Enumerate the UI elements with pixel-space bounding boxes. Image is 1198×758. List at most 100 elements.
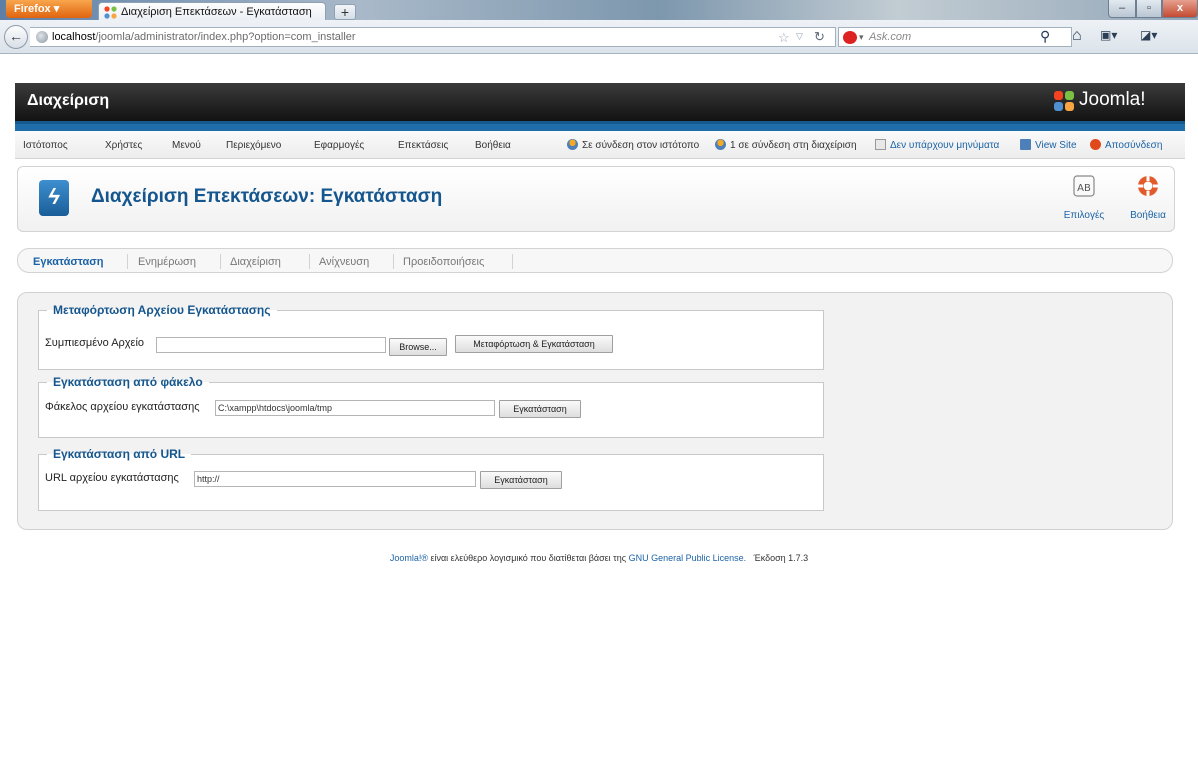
tab-warnings[interactable]: Προειδοποιήσεις bbox=[403, 256, 484, 268]
browser-navbar: ← localhost/joomla/administrator/index.p… bbox=[0, 20, 1198, 54]
version-text: Έκδοση 1.7.3 bbox=[753, 553, 809, 563]
joomla-logo-icon bbox=[1054, 91, 1074, 111]
lifebuoy-icon bbox=[1138, 176, 1158, 196]
package-file-input[interactable] bbox=[156, 337, 386, 353]
tab-separator bbox=[309, 254, 310, 269]
menu-item-content[interactable]: Περιεχόμενο bbox=[226, 140, 281, 151]
help-button[interactable]: Βοήθεια bbox=[1118, 174, 1178, 221]
installer-panel: Μεταφόρτωση Αρχείου Εγκατάστασης Συμπιεσ… bbox=[17, 292, 1173, 530]
install-url-button[interactable]: Εγκατάσταση bbox=[480, 471, 562, 489]
folder-label: Φάκελος αρχείου εγκατάστασης bbox=[45, 401, 200, 413]
globe-icon bbox=[36, 31, 48, 43]
tab-separator bbox=[220, 254, 221, 269]
joomla-link[interactable]: Joomla!® bbox=[390, 553, 428, 563]
search-bar[interactable]: ▾ Ask.com bbox=[838, 27, 1072, 47]
joomla-favicon-icon bbox=[104, 6, 117, 19]
menu-item-menus[interactable]: Μενού bbox=[172, 140, 201, 151]
home-icon[interactable]: ⌂ bbox=[1072, 27, 1082, 45]
options-icon: AB bbox=[1073, 175, 1095, 197]
firefox-menu-label: Firefox bbox=[14, 3, 51, 15]
user-icon bbox=[715, 139, 726, 150]
menu-item-help[interactable]: Βοήθεια bbox=[475, 140, 511, 151]
minimize-window-button[interactable]: – bbox=[1108, 0, 1136, 18]
back-button[interactable]: ← bbox=[4, 25, 28, 49]
tab-title: Διαχείριση Επεκτάσεων - Εγκατάσταση bbox=[121, 6, 312, 18]
tab-separator bbox=[393, 254, 394, 269]
browser-tab[interactable]: Διαχείριση Επεκτάσεων - Εγκατάσταση bbox=[98, 2, 326, 22]
logout-label: Αποσύνδεση bbox=[1105, 140, 1163, 151]
menu-item-components[interactable]: Εφαρμογές bbox=[314, 140, 364, 151]
url-text: localhost/joomla/administrator/index.php… bbox=[52, 31, 356, 43]
installer-icon: ϟ bbox=[39, 180, 69, 216]
maximize-window-button[interactable]: ▫ bbox=[1136, 0, 1162, 18]
upload-legend: Μεταφόρτωση Αρχείου Εγκατάστασης bbox=[53, 303, 271, 317]
url-host: localhost bbox=[52, 31, 96, 43]
status-online-site: Σε σύνδεση στον ιστότοπο bbox=[567, 139, 699, 151]
firefox-menu-button[interactable]: Firefox ▾ bbox=[6, 0, 92, 18]
folder-legend: Εγκατάσταση από φάκελο bbox=[53, 375, 203, 389]
history-dropdown-icon[interactable]: ▽ bbox=[796, 31, 803, 42]
status-messages-label: Δεν υπάρχουν μηνύματα bbox=[890, 140, 1000, 151]
url-label: URL αρχείου εγκατάστασης bbox=[45, 472, 179, 484]
upload-install-button[interactable]: Μεταφόρτωση & Εγκατάσταση bbox=[455, 335, 613, 353]
search-placeholder: Ask.com bbox=[869, 31, 912, 43]
status-online-admin-label: 1 σε σύνδεση στη διαχείριση bbox=[730, 140, 857, 151]
tab-separator bbox=[127, 254, 128, 269]
header-accent-bar bbox=[15, 121, 1185, 131]
logout-link[interactable]: Αποσύνδεση bbox=[1090, 139, 1162, 151]
view-site-label: View Site bbox=[1035, 140, 1077, 151]
tab-discover[interactable]: Ανίχνευση bbox=[319, 256, 369, 268]
bookmark-star-icon[interactable]: ☆ bbox=[778, 30, 790, 46]
upload-label: Συμπιεσμένο Αρχείο bbox=[45, 337, 145, 349]
search-icon[interactable]: ⚲ bbox=[1040, 28, 1050, 45]
mail-icon bbox=[875, 139, 886, 150]
toolbar-box: ϟ Διαχείριση Επεκτάσεων: Εγκατάσταση AB … bbox=[17, 166, 1175, 232]
menu-item-site[interactable]: Ιστότοπος bbox=[23, 140, 68, 151]
new-tab-button[interactable]: + bbox=[334, 4, 356, 20]
addon-icon[interactable]: ◪▾ bbox=[1140, 28, 1157, 42]
status-online-site-label: Σε σύνδεση στον ιστότοπο bbox=[582, 140, 700, 151]
tab-update[interactable]: Ενημέρωση bbox=[138, 256, 196, 268]
monitor-icon bbox=[1020, 139, 1031, 150]
page-title: Διαχείριση Επεκτάσεων: Εγκατάσταση bbox=[91, 186, 443, 207]
browse-button[interactable]: Browse... bbox=[389, 338, 447, 356]
reload-icon[interactable]: ↻ bbox=[814, 29, 825, 45]
user-icon bbox=[567, 139, 578, 150]
install-from-url-fieldset: Εγκατάσταση από URL URL αρχείου εγκατάστ… bbox=[38, 447, 824, 511]
installer-submenu: Εγκατάσταση Ενημέρωση Διαχείριση Ανίχνευ… bbox=[17, 248, 1173, 273]
install-url-input[interactable] bbox=[194, 471, 476, 487]
options-label: Επιλογές bbox=[1063, 210, 1105, 221]
bookmarks-icon[interactable]: ▣▾ bbox=[1100, 28, 1117, 42]
arrow-left-icon: ← bbox=[9, 28, 23, 44]
admin-header: Διαχείριση Joomla! bbox=[15, 83, 1185, 121]
status-messages[interactable]: Δεν υπάρχουν μηνύματα bbox=[875, 139, 999, 151]
engine-dropdown-icon[interactable]: ▾ bbox=[859, 32, 864, 43]
footer-text: είναι ελεύθερο λογισμικό που διατίθεται … bbox=[427, 553, 629, 563]
help-label: Βοήθεια bbox=[1130, 210, 1166, 221]
tab-separator bbox=[512, 254, 513, 269]
close-window-button[interactable]: x bbox=[1162, 0, 1198, 18]
license-link[interactable]: GNU General Public License. bbox=[629, 553, 747, 563]
status-online-admin: 1 σε σύνδεση στη διαχείριση bbox=[715, 139, 857, 151]
address-bar[interactable]: localhost/joomla/administrator/index.php… bbox=[30, 27, 836, 47]
admin-menu: Ιστότοπος Χρήστες Μενού Περιεχόμενο Εφαρ… bbox=[15, 131, 1185, 159]
url-path: /joomla/administrator/index.php?option=c… bbox=[95, 31, 356, 43]
url-legend: Εγκατάσταση από URL bbox=[53, 447, 186, 461]
options-button[interactable]: AB Επιλογές bbox=[1054, 174, 1114, 221]
install-from-folder-fieldset: Εγκατάσταση από φάκελο Φάκελος αρχείου ε… bbox=[38, 375, 824, 438]
ask-engine-icon[interactable] bbox=[843, 31, 857, 44]
upload-package-fieldset: Μεταφόρτωση Αρχείου Εγκατάστασης Συμπιεσ… bbox=[38, 303, 824, 370]
view-site-link[interactable]: View Site bbox=[1020, 139, 1077, 151]
browser-titlebar: Firefox ▾ Διαχείριση Επεκτάσεων - Εγκατά… bbox=[0, 0, 1198, 22]
footer: Joomla!® είναι ελεύθερο λογισμικό που δι… bbox=[0, 553, 1198, 563]
menu-item-extensions[interactable]: Επεκτάσεις bbox=[398, 140, 448, 151]
admin-title: Διαχείριση bbox=[27, 92, 110, 109]
menu-item-users[interactable]: Χρήστες bbox=[105, 140, 142, 151]
tab-manage[interactable]: Διαχείριση bbox=[230, 256, 281, 268]
install-directory-input[interactable] bbox=[215, 400, 495, 416]
svg-text:AB: AB bbox=[1077, 183, 1091, 194]
install-folder-button[interactable]: Εγκατάσταση bbox=[499, 400, 581, 418]
tab-install[interactable]: Εγκατάσταση bbox=[33, 256, 104, 268]
joomla-brand: Joomla! bbox=[1079, 89, 1146, 110]
logout-icon bbox=[1090, 139, 1101, 150]
